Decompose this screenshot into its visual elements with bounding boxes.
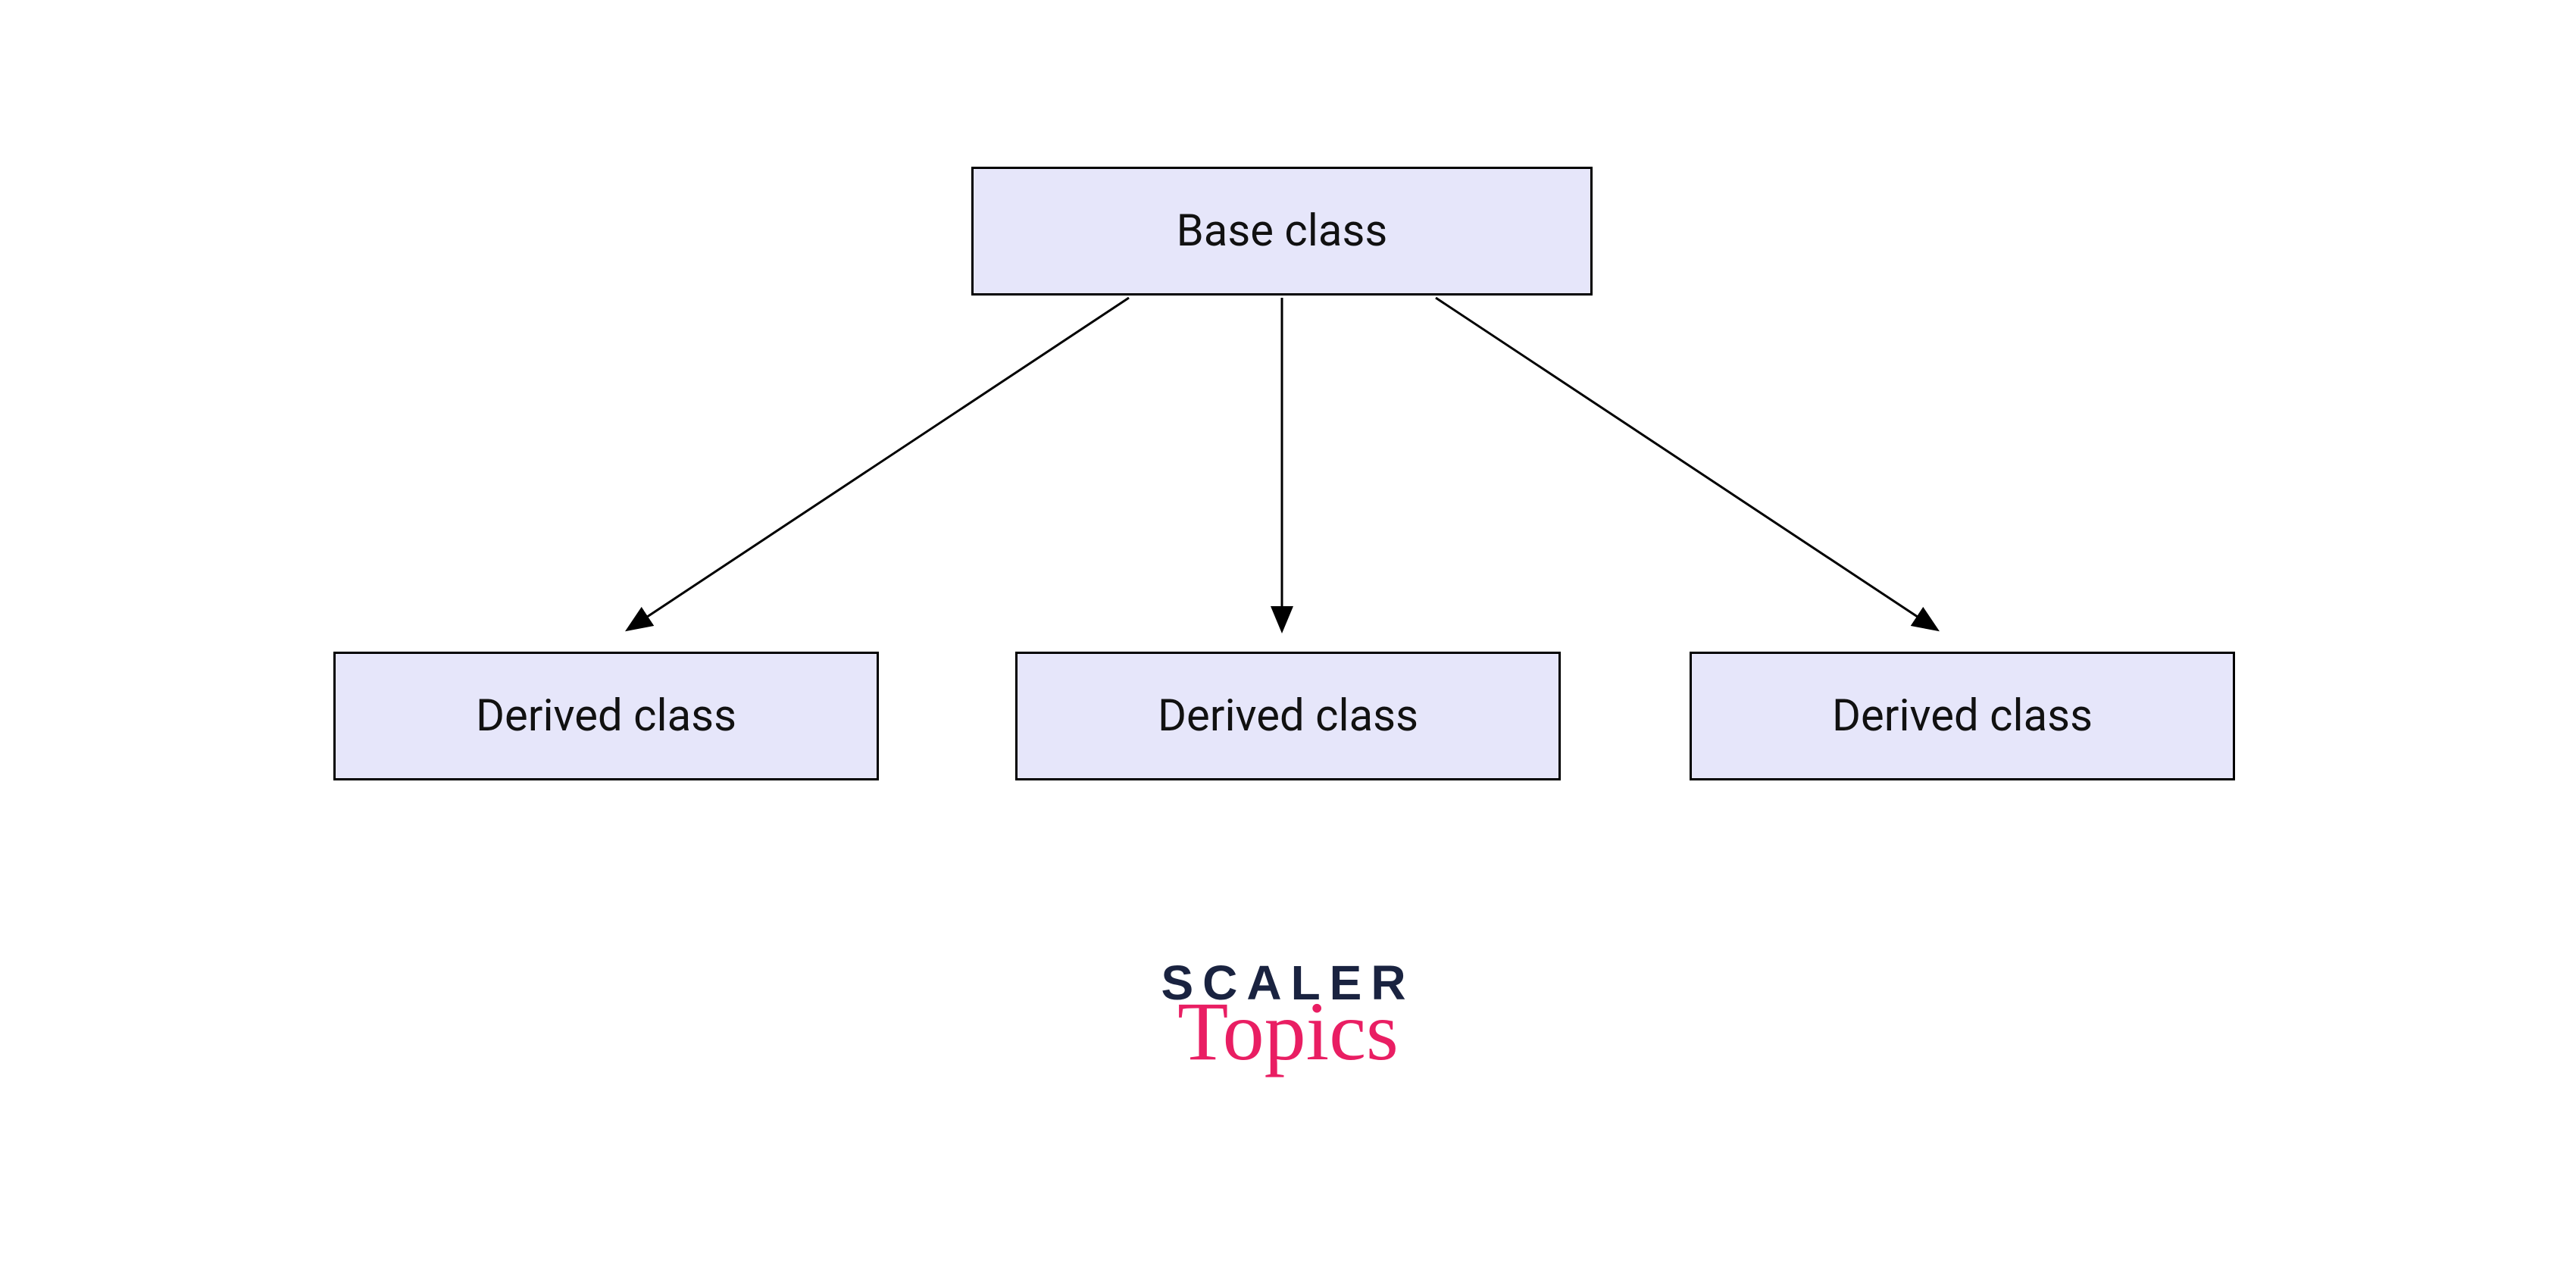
derived-class-label: Derived class [1832, 690, 2093, 742]
base-class-label: Base class [1177, 205, 1388, 257]
derived-class-box-1: Derived class [333, 652, 879, 780]
scaler-topics-logo: SCALER Topics [1129, 955, 1447, 1073]
inheritance-diagram: Base class Derived class Derived class D… [0, 0, 2576, 1276]
derived-class-label: Derived class [476, 690, 736, 742]
derived-class-label: Derived class [1158, 690, 1418, 742]
derived-class-box-3: Derived class [1690, 652, 2235, 780]
arrow-to-derived-3 [1436, 298, 1936, 629]
base-class-box: Base class [971, 167, 1593, 296]
derived-class-box-2: Derived class [1015, 652, 1561, 780]
arrow-to-derived-1 [629, 298, 1129, 629]
